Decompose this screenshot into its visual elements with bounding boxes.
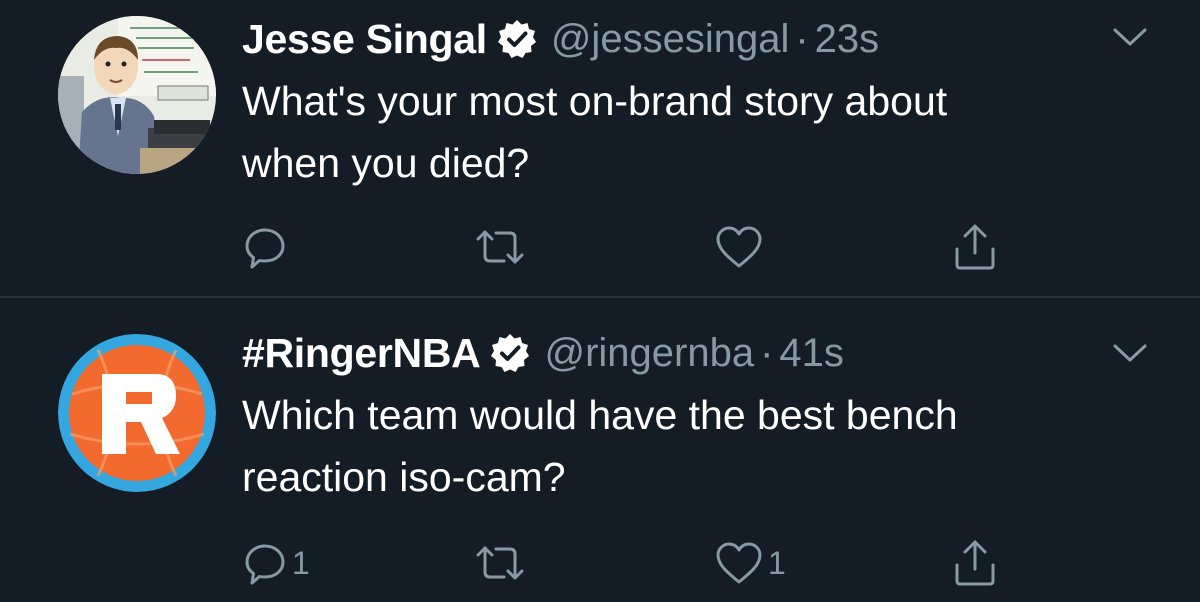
share-button[interactable] xyxy=(952,222,998,272)
tweet-text-line: Which team would have the best bench xyxy=(242,392,958,438)
tweet-actions: 1 1 xyxy=(242,538,1042,588)
retweet-button[interactable] xyxy=(474,538,530,588)
avatar-letter: R xyxy=(58,334,70,338)
reply-button[interactable] xyxy=(242,222,292,272)
chevron-down-icon[interactable] xyxy=(1112,26,1148,48)
tweet-text: What's your most on-brand story about wh… xyxy=(242,70,1142,194)
retweet-icon xyxy=(476,230,524,264)
separator-dot: · xyxy=(795,16,809,61)
tweet-actions xyxy=(242,222,1042,272)
heart-icon xyxy=(716,226,762,268)
reply-icon xyxy=(245,228,285,269)
share-button[interactable] xyxy=(952,538,998,588)
timestamp[interactable]: 23s xyxy=(815,17,880,62)
tweet-header: #RingerNBA @ringernba · 41s xyxy=(242,328,844,378)
cartoon-avatar-image xyxy=(58,16,216,174)
tweet-item[interactable]: Jesse Singal @jessesingal · 23s What's y… xyxy=(0,0,1200,296)
share-icon xyxy=(955,224,995,270)
user-name[interactable]: #RingerNBA xyxy=(242,330,481,377)
verified-badge-icon xyxy=(490,333,530,373)
separator-dot: · xyxy=(760,330,774,375)
user-handle[interactable]: @ringernba xyxy=(544,331,754,376)
tweet-header: Jesse Singal @jessesingal · 23s xyxy=(242,14,879,64)
share-icon xyxy=(955,540,995,586)
tweet-item[interactable]: R #RingerNBA @ringernba · 41s Which team… xyxy=(0,298,1200,602)
heart-icon xyxy=(716,542,762,584)
like-button[interactable]: 1 xyxy=(714,538,786,588)
tweet-text-line: when you died? xyxy=(242,140,530,186)
tweet-text-line: What's your most on-brand story about xyxy=(242,78,948,124)
like-button[interactable] xyxy=(714,222,768,272)
verified-badge-icon xyxy=(497,19,537,59)
tweet-text: Which team would have the best bench rea… xyxy=(242,384,1142,508)
reply-icon xyxy=(245,544,285,585)
retweet-icon xyxy=(476,546,524,580)
tweet-text-line: reaction iso-cam? xyxy=(242,454,566,500)
user-handle[interactable]: @jessesingal xyxy=(551,17,790,62)
user-name[interactable]: Jesse Singal xyxy=(242,16,487,63)
avatar[interactable]: R xyxy=(58,334,216,492)
reply-count: 1 xyxy=(292,544,310,581)
like-count: 1 xyxy=(768,544,786,581)
retweet-button[interactable] xyxy=(474,222,530,272)
chevron-down-icon[interactable] xyxy=(1112,342,1148,364)
reply-button[interactable]: 1 xyxy=(242,538,310,588)
ringer-logo-avatar: R xyxy=(58,334,216,492)
timestamp[interactable]: 41s xyxy=(779,331,844,376)
avatar[interactable] xyxy=(58,16,216,174)
